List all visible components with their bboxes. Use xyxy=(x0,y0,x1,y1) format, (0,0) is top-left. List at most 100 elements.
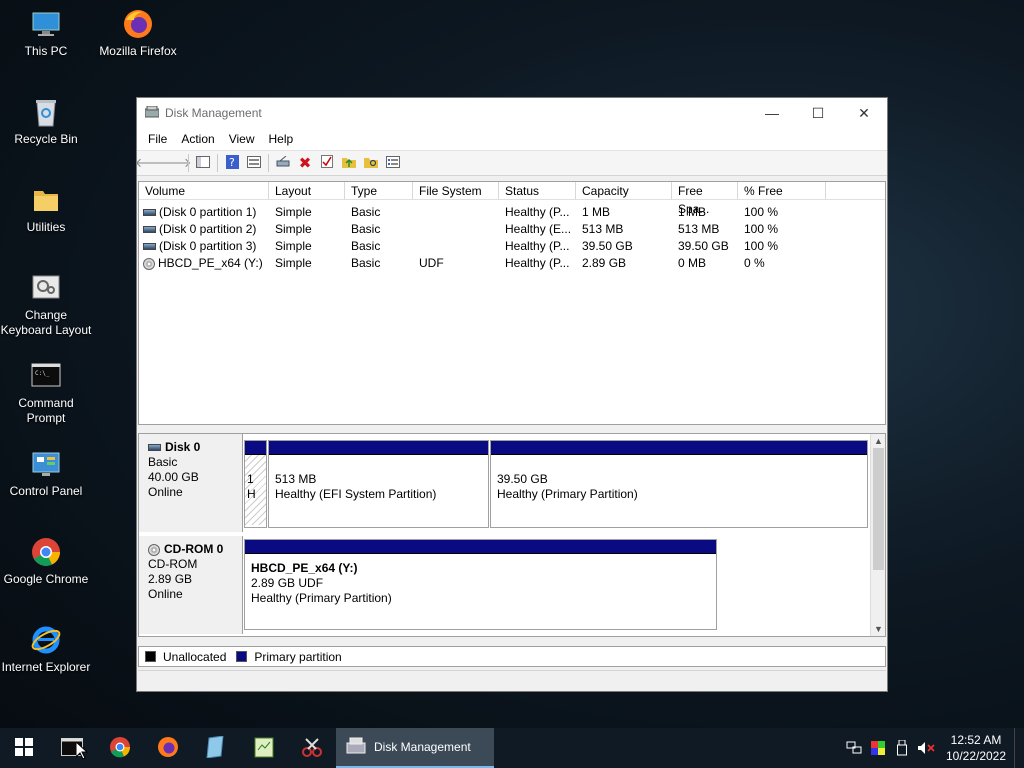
menu-action[interactable]: Action xyxy=(174,132,221,146)
scroll-up-icon[interactable]: ▲ xyxy=(871,434,885,448)
forward-button[interactable]: 🡒 xyxy=(157,152,192,174)
taskbar-chrome[interactable] xyxy=(96,728,144,768)
volume-name: (Disk 0 partition 2) xyxy=(159,222,257,236)
desktop-icon-label: Command Prompt xyxy=(18,396,74,425)
volume-pct-free: 0 % xyxy=(744,256,765,270)
minimize-button[interactable]: — xyxy=(749,98,795,128)
primary-partition-swatch xyxy=(236,651,248,662)
disk-0-info[interactable]: Disk 0 Basic 40.00 GB Online xyxy=(139,434,243,532)
desktop-icon-change-keyboard-layout[interactable]: Change Keyboard Layout xyxy=(0,272,92,338)
disk-size: 2.89 GB xyxy=(148,572,193,586)
column-header-status[interactable]: Status xyxy=(499,182,576,199)
disk-management-icon xyxy=(346,737,366,758)
volume-name: (Disk 0 partition 3) xyxy=(159,239,257,253)
folder-up-button[interactable] xyxy=(338,152,360,174)
menu-help[interactable]: Help xyxy=(262,132,301,146)
taskbar: Disk Management 12:52 AM 10/22/2022 xyxy=(0,728,1024,768)
check-button[interactable] xyxy=(316,152,338,174)
table-row[interactable]: (Disk 0 partition 3) Simple Basic Health… xyxy=(139,238,885,255)
desktop-icon-command-prompt[interactable]: C:\_ Command Prompt xyxy=(0,360,92,426)
taskbar-snipping-tool[interactable] xyxy=(288,728,336,768)
desktop-icon-label: Change Keyboard Layout xyxy=(0,308,92,337)
table-row[interactable]: (Disk 0 partition 1) Simple Basic Health… xyxy=(139,204,885,221)
usb-icon[interactable] xyxy=(890,728,914,768)
title-bar[interactable]: Disk Management — ☐ ✕ xyxy=(137,98,887,128)
toolbar: 🡐 🡒 ? ✖ xyxy=(135,150,887,176)
partition-disk0-3[interactable]: 39.50 GB Healthy (Primary Partition) xyxy=(490,440,868,528)
scrollbar-thumb[interactable] xyxy=(873,448,884,570)
disk-0-row: Disk 0 Basic 40.00 GB Online 1 H 513 MB … xyxy=(139,434,871,532)
delete-icon: ✖ xyxy=(298,155,312,172)
cd-icon xyxy=(143,257,155,270)
desktop-icon-firefox[interactable]: Mozilla Firefox xyxy=(92,8,184,59)
partition-disk0-1[interactable]: 1 H xyxy=(244,440,267,528)
folder-search-button[interactable] xyxy=(360,152,382,174)
menu-file[interactable]: File xyxy=(141,132,174,146)
volume-free: 0 MB xyxy=(678,256,707,270)
desktop-icon-this-pc[interactable]: This PC xyxy=(0,8,92,59)
unallocated-swatch xyxy=(145,651,156,662)
connect-drive-button[interactable] xyxy=(272,152,294,174)
column-header-percent-free[interactable]: % Free xyxy=(738,182,826,199)
taskbar-command-prompt[interactable] xyxy=(48,728,96,768)
taskbar-item-label: Disk Management xyxy=(374,740,471,754)
volume-type: Basic xyxy=(351,222,381,236)
taskbar-file-tool[interactable] xyxy=(192,728,240,768)
partition-disk0-2[interactable]: 513 MB Healthy (EFI System Partition) xyxy=(268,440,489,528)
desktop-icon-utilities[interactable]: Utilities xyxy=(0,184,92,235)
desktop-icon-recycle-bin[interactable]: Recycle Bin xyxy=(0,96,92,147)
checklist-icon xyxy=(321,155,333,171)
volume-fs: UDF xyxy=(419,256,444,270)
maximize-button[interactable]: ☐ xyxy=(795,98,841,128)
taskbar-notepad[interactable] xyxy=(240,728,288,768)
column-header-file-system[interactable]: File System xyxy=(413,182,499,199)
taskbar-disk-management[interactable]: Disk Management xyxy=(336,728,494,768)
folder-up-icon xyxy=(342,155,356,171)
color-picker-icon[interactable] xyxy=(866,728,890,768)
column-header-capacity[interactable]: Capacity xyxy=(576,182,672,199)
clock[interactable]: 12:52 AM 10/22/2022 xyxy=(938,732,1014,764)
partition-cdrom0-1[interactable]: HBCD_PE_x64 (Y:) 2.89 GB UDF Healthy (Pr… xyxy=(244,539,717,630)
graphical-view-scrollbar[interactable]: ▲ ▼ xyxy=(870,434,885,636)
desktop-icon-control-panel[interactable]: Control Panel xyxy=(0,448,92,499)
volume-capacity: 513 MB xyxy=(582,222,624,236)
table-row[interactable]: HBCD_PE_x64 (Y:) Simple Basic UDF Health… xyxy=(139,255,885,272)
folder-icon xyxy=(30,184,62,216)
partition-size: 2.89 GB UDF xyxy=(251,576,324,590)
start-button[interactable] xyxy=(0,728,48,768)
disk-kind: Basic xyxy=(148,455,178,469)
help-button[interactable]: ? xyxy=(221,152,243,174)
keyboard-settings-icon xyxy=(30,272,62,304)
partition-size: 39.50 GB xyxy=(497,472,548,486)
volume-pct-free: 100 % xyxy=(744,239,779,253)
legend-unallocated: Unallocated xyxy=(163,649,227,664)
desktop-icon-label: Utilities xyxy=(26,220,66,234)
cdrom-0-info[interactable]: CD-ROM 0 CD-ROM 2.89 GB Online xyxy=(139,536,243,634)
folder-search-icon xyxy=(364,155,378,171)
volume-status: Healthy (E... xyxy=(505,222,572,236)
disk-name: CD-ROM 0 xyxy=(164,542,224,556)
volume-icon xyxy=(143,209,156,216)
show-desktop-button[interactable] xyxy=(1014,728,1024,768)
properties-view-button[interactable] xyxy=(243,152,265,174)
network-icon[interactable] xyxy=(842,728,866,768)
table-row[interactable]: (Disk 0 partition 2) Simple Basic Health… xyxy=(139,221,885,238)
show-hide-console-tree-button[interactable] xyxy=(192,152,214,174)
list-view-button[interactable] xyxy=(382,152,404,174)
menu-view[interactable]: View xyxy=(222,132,262,146)
column-header-free-space[interactable]: Free Spa... xyxy=(672,182,738,216)
monitor-icon xyxy=(30,8,62,40)
taskbar-firefox[interactable] xyxy=(144,728,192,768)
disk-name: Disk 0 xyxy=(165,440,201,454)
column-header-type[interactable]: Type xyxy=(345,182,413,199)
close-button[interactable]: ✕ xyxy=(841,98,887,128)
column-header-volume[interactable]: Volume xyxy=(139,182,269,199)
desktop-icon-google-chrome[interactable]: Google Chrome xyxy=(0,536,92,587)
desktop-icon-internet-explorer[interactable]: Internet Explorer xyxy=(0,624,92,675)
scroll-down-icon[interactable]: ▼ xyxy=(871,622,885,636)
delete-button[interactable]: ✖ xyxy=(294,152,316,174)
mouse-cursor-icon xyxy=(75,740,89,763)
minimize-icon: — xyxy=(765,105,779,121)
volume-muted-icon[interactable] xyxy=(914,728,938,768)
column-header-layout[interactable]: Layout xyxy=(269,182,345,199)
